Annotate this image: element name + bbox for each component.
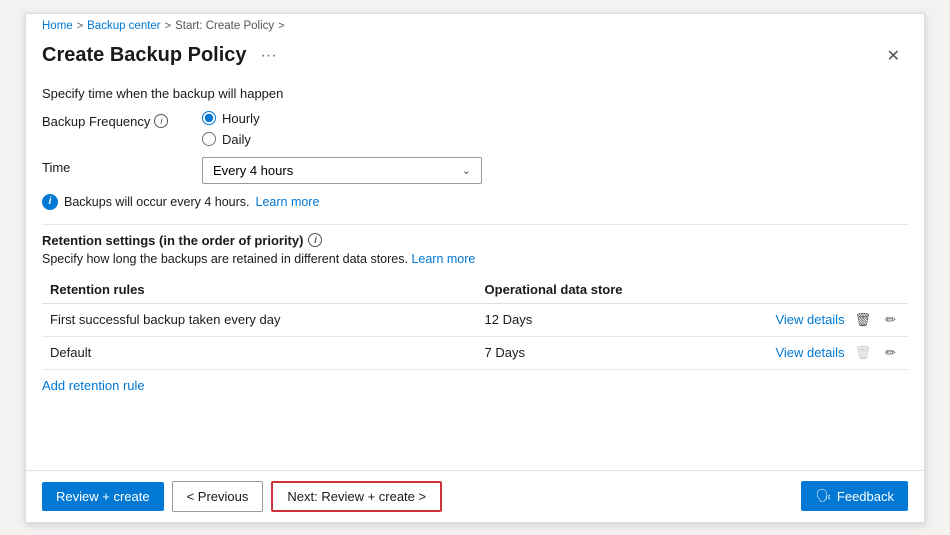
row1-delete-icon[interactable]: 🗑: [851, 310, 876, 330]
feedback-label: Feedback: [837, 489, 894, 504]
retention-table: Retention rules Operational data store F…: [42, 276, 908, 370]
feedback-button[interactable]: 🗣 Feedback: [801, 481, 908, 511]
retention-learn-more-link[interactable]: Learn more: [411, 252, 475, 266]
breadcrumb-sep1: >: [77, 20, 83, 32]
row2-view-details-link[interactable]: View details: [775, 345, 844, 360]
create-backup-policy-modal: Home > Backup center > Start: Create Pol…: [25, 13, 925, 523]
col-actions-header: [748, 276, 908, 304]
backup-frequency-row: Backup Frequency i Hourly Daily: [42, 111, 908, 147]
table-row: Default 7 Days View details 🗑 ✏: [42, 336, 908, 369]
row1-rule: First successful backup taken every day: [42, 303, 477, 336]
retention-info-icon[interactable]: i: [308, 233, 322, 247]
radio-hourly-input[interactable]: [202, 111, 216, 125]
time-label: Time: [42, 157, 202, 175]
backup-section-heading: Specify time when the backup will happen: [42, 86, 908, 101]
time-select-value: Every 4 hours: [213, 163, 293, 178]
row2-edit-icon[interactable]: ✏: [881, 343, 900, 363]
modal-header: Create Backup Policy ··· ✕: [26, 36, 924, 78]
previous-button[interactable]: < Previous: [172, 481, 264, 512]
divider: [42, 224, 908, 225]
frequency-radio-group: Hourly Daily: [202, 111, 260, 147]
ellipsis-button[interactable]: ···: [255, 45, 283, 67]
modal-body: Specify time when the backup will happen…: [26, 78, 924, 470]
modal-footer: Review + create < Previous Next: Review …: [26, 470, 924, 522]
modal-title-row: Create Backup Policy ···: [42, 44, 283, 67]
radio-daily-input[interactable]: [202, 132, 216, 146]
add-retention-rule-link[interactable]: Add retention rule: [42, 378, 145, 393]
row2-delete-icon: 🗑: [851, 343, 876, 363]
breadcrumb-sep3: >: [278, 20, 284, 32]
review-create-button[interactable]: Review + create: [42, 482, 164, 511]
col-operational-store: Operational data store: [477, 276, 748, 304]
col-retention-rules: Retention rules: [42, 276, 477, 304]
breadcrumb-current: Start: Create Policy: [175, 20, 274, 32]
row1-store: 12 Days: [477, 303, 748, 336]
row1-edit-icon[interactable]: ✏: [881, 310, 900, 330]
row2-store: 7 Days: [477, 336, 748, 369]
breadcrumb-home[interactable]: Home: [42, 20, 73, 32]
time-row: Time Every 4 hours ⌄: [42, 157, 908, 184]
time-select-dropdown[interactable]: Every 4 hours ⌄: [202, 157, 482, 184]
table-header-row: Retention rules Operational data store: [42, 276, 908, 304]
radio-hourly-label: Hourly: [222, 111, 260, 126]
modal-title: Create Backup Policy: [42, 44, 247, 67]
row1-actions: View details 🗑 ✏: [748, 303, 908, 336]
row2-actions: View details 🗑 ✏: [748, 336, 908, 369]
info-learn-more-link[interactable]: Learn more: [256, 195, 320, 209]
table-row: First successful backup taken every day …: [42, 303, 908, 336]
breadcrumb-sep2: >: [165, 20, 171, 32]
retention-heading: Retention settings (in the order of prio…: [42, 233, 908, 248]
breadcrumb: Home > Backup center > Start: Create Pol…: [26, 14, 924, 36]
info-note: i Backups will occur every 4 hours. Lear…: [42, 194, 908, 210]
breadcrumb-backup-center[interactable]: Backup center: [87, 20, 161, 32]
backup-frequency-label: Backup Frequency i: [42, 111, 202, 129]
next-button[interactable]: Next: Review + create >: [271, 481, 442, 512]
feedback-icon: 🗣: [815, 488, 832, 504]
radio-hourly[interactable]: Hourly: [202, 111, 260, 126]
retention-sub: Specify how long the backups are retaine…: [42, 252, 908, 266]
frequency-info-icon[interactable]: i: [154, 114, 168, 128]
close-button[interactable]: ✕: [879, 42, 908, 70]
dropdown-arrow-icon: ⌄: [462, 164, 471, 177]
row1-view-details-link[interactable]: View details: [775, 312, 844, 327]
radio-daily[interactable]: Daily: [202, 132, 260, 147]
info-blue-icon: i: [42, 194, 58, 210]
info-note-text: Backups will occur every 4 hours.: [64, 195, 250, 209]
radio-daily-label: Daily: [222, 132, 251, 147]
row2-rule: Default: [42, 336, 477, 369]
